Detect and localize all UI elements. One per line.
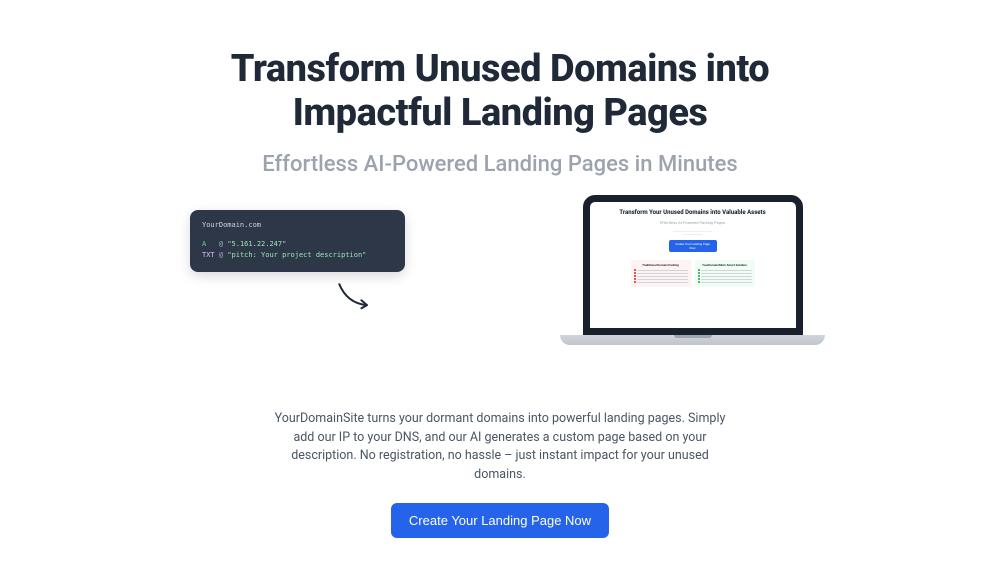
laptop-mockup: Transform Your Unused Domains into Valua… [560, 195, 825, 345]
page-subtitle: Effortless AI-Powered Landing Pages in M… [250, 151, 750, 180]
cta-button[interactable]: Create Your Landing Page Now [391, 503, 609, 538]
mini-page-title: Transform Your Unused Domains into Valua… [602, 210, 784, 217]
mini-comparison-cards: Traditional Domain Parking YourDomainSit… [602, 260, 784, 287]
dns-a-type: A [202, 240, 206, 248]
mini-description: —————————————————————————————— [602, 230, 784, 237]
dns-a-value: "5.161.22.247" [227, 240, 286, 248]
page-title: Transform Unused Domains into Impactful … [160, 48, 840, 135]
laptop-base [560, 335, 825, 345]
mini-cta-button: Create Your Landing Page Now [669, 240, 717, 252]
dns-txt-value: "pitch: Your project description" [227, 251, 366, 259]
hero-description: YourDomainSite turns your dormant domain… [270, 410, 730, 485]
mini-card-red-title: Traditional Domain Parking [634, 263, 688, 267]
mini-card-traditional: Traditional Domain Parking [631, 260, 691, 287]
arrow-icon [335, 278, 375, 313]
hero-section: Transform Unused Domains into Impactful … [140, 0, 860, 538]
dns-config-card: YourDomain.com A @ "5.161.22.247" TXT @ … [190, 210, 405, 272]
hero-illustration: YourDomain.com A @ "5.161.22.247" TXT @ … [160, 210, 840, 380]
dns-at-symbol: @ [219, 240, 223, 248]
mini-page-subtitle: Effortless AI-Powered Parking Pages [602, 220, 784, 225]
dns-domain-label: YourDomain.com [202, 220, 393, 231]
mini-card-green-title: YourDomainSite's Smart Solution [698, 263, 752, 267]
dns-at-symbol: @ [219, 251, 223, 259]
laptop-screen: Transform Your Unused Domains into Valua… [583, 195, 803, 335]
dns-txt-type: TXT [202, 251, 215, 259]
mini-card-solution: YourDomainSite's Smart Solution [695, 260, 755, 287]
dns-txt-record: TXT @ "pitch: Your project description" [202, 250, 393, 261]
laptop-notch [681, 195, 705, 202]
dns-a-record: A @ "5.161.22.247" [202, 239, 393, 250]
